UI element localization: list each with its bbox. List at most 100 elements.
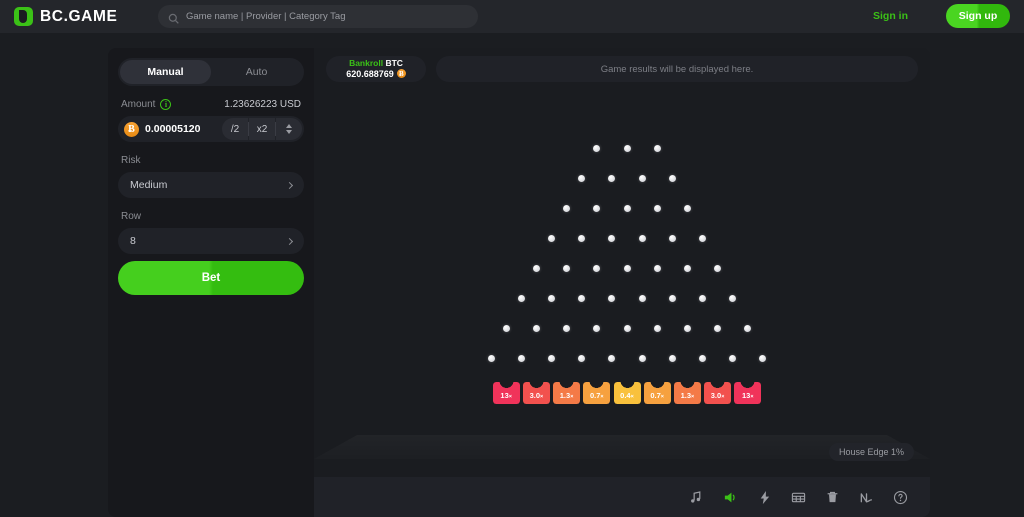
amount-actions: /2 x2	[222, 118, 302, 140]
help-icon[interactable]	[892, 489, 908, 505]
chevron-down-icon	[286, 130, 292, 134]
amount-stepper[interactable]	[276, 118, 302, 140]
multiplier-suffix: ×	[630, 394, 634, 400]
plinko-peg	[638, 174, 646, 182]
game-stage: Manual Auto Amount i 1.23626223 USD Ƀ 0.…	[108, 48, 930, 517]
plinko-peg	[548, 294, 555, 302]
mode-switch: Manual Auto	[118, 58, 304, 86]
amount-input-group[interactable]: Ƀ 0.00005120 /2 x2	[118, 116, 304, 142]
plinko-peg	[668, 174, 676, 182]
halve-amount-button[interactable]: /2	[222, 118, 248, 140]
chevron-right-icon	[285, 237, 294, 245]
multiplier-value: 13	[742, 391, 751, 400]
plinko-peg	[759, 354, 767, 362]
plinko-peg	[608, 354, 616, 362]
row-label: Row	[121, 211, 142, 222]
plinko-peg	[714, 264, 722, 272]
bet-control-panel: Manual Auto Amount i 1.23626223 USD Ƀ 0.…	[108, 48, 314, 517]
plinko-peg	[608, 174, 616, 182]
amount-input[interactable]: 0.00005120	[145, 123, 200, 135]
multiplier-suffix: ×	[570, 394, 574, 400]
multiplier-suffix: ×	[540, 394, 544, 400]
plinko-peg	[653, 264, 661, 272]
risk-select[interactable]: Medium	[118, 172, 304, 198]
table-icon[interactable]	[790, 489, 806, 505]
multiplier-bucket: 13 ×	[734, 382, 762, 404]
plinko-peg	[623, 264, 631, 272]
trash-icon[interactable]	[824, 489, 840, 505]
plinko-peg	[487, 354, 495, 362]
tab-auto[interactable]: Auto	[211, 60, 302, 84]
plinko-peg	[502, 324, 510, 332]
plinko-peg	[668, 354, 676, 362]
plinko-peg	[578, 234, 586, 242]
sign-up-button[interactable]: Sign up	[946, 4, 1010, 28]
tab-manual[interactable]: Manual	[120, 60, 211, 84]
multiplier-suffix: ×	[508, 394, 512, 400]
multiplier-value: 13	[500, 391, 509, 400]
chevron-up-icon	[286, 124, 292, 128]
plinko-peg	[668, 294, 676, 302]
top-header: BC.GAME Game name | Provider | Category …	[0, 0, 1024, 33]
plinko-peg	[563, 264, 571, 272]
plinko-game-area: Bankroll BTC 620.688769 Ƀ Game results w…	[314, 48, 930, 517]
amount-fiat-value: 1.23626223 USD	[224, 99, 301, 110]
music-note-icon[interactable]	[688, 489, 704, 505]
plinko-peg	[532, 264, 540, 272]
multiplier-suffix: ×	[660, 394, 665, 400]
plinko-peg	[683, 264, 691, 272]
plinko-peg	[517, 354, 525, 362]
risk-label-row: Risk	[118, 155, 304, 166]
plinko-peg	[699, 234, 706, 242]
multiplier-bucket: 3.0 ×	[704, 382, 732, 404]
multiplier-value: 3.0	[529, 391, 540, 400]
plinko-peg	[517, 294, 525, 302]
multiplier-bucket: 0.4 ×	[613, 382, 641, 404]
info-icon[interactable]: i	[160, 99, 172, 110]
multiplier-bucket: 1.3 ×	[553, 382, 581, 404]
bc-logo-icon	[14, 7, 33, 26]
sign-in-link[interactable]: Sign in	[873, 10, 908, 22]
plinko-peg	[623, 144, 631, 152]
plinko-peg	[699, 294, 706, 302]
plinko-peg	[608, 294, 616, 302]
multiplier-value: 1.3	[680, 391, 691, 400]
plinko-peg	[653, 324, 661, 332]
plinko-peg	[668, 234, 676, 242]
volume-icon[interactable]	[722, 489, 738, 505]
plinko-peg	[593, 144, 601, 152]
plinko-peg	[729, 354, 737, 362]
plinko-peg	[578, 174, 586, 182]
bet-button[interactable]: Bet	[118, 261, 304, 295]
chart-icon[interactable]	[858, 489, 874, 505]
multiplier-value: 0.7	[650, 391, 661, 400]
brand-logo[interactable]: BC.GAME	[14, 7, 117, 26]
double-amount-button[interactable]: x2	[249, 118, 275, 140]
plinko-peg	[593, 264, 601, 272]
amount-label-row: Amount i 1.23626223 USD	[118, 99, 304, 110]
multiplier-suffix: ×	[721, 394, 725, 400]
multiplier-bucket: 0.7 ×	[643, 382, 671, 404]
plinko-peg	[578, 354, 586, 362]
multiplier-suffix: ×	[691, 394, 695, 400]
game-toolbar	[314, 477, 930, 517]
plinko-peg	[744, 324, 752, 332]
plinko-peg	[532, 324, 540, 332]
plinko-peg	[638, 234, 646, 242]
plinko-peg	[578, 294, 586, 302]
plinko-peg	[653, 144, 661, 152]
plinko-peg	[593, 324, 601, 332]
search-placeholder: Game name | Provider | Category Tag	[186, 11, 346, 22]
multiplier-bucket: 0.7 ×	[583, 382, 611, 404]
lightning-icon[interactable]	[756, 489, 772, 505]
risk-value: Medium	[130, 179, 168, 191]
plinko-peg	[729, 294, 737, 302]
multiplier-value: 0.7	[589, 391, 601, 400]
brand-name: BC.GAME	[40, 7, 118, 25]
plinko-peg	[638, 294, 646, 302]
row-select[interactable]: 8	[118, 228, 304, 254]
chevron-right-icon	[285, 181, 294, 189]
house-edge-badge[interactable]: House Edge 1%	[828, 443, 914, 461]
search-bar[interactable]: Game name | Provider | Category Tag	[158, 5, 478, 28]
bitcoin-icon: Ƀ	[124, 121, 139, 137]
